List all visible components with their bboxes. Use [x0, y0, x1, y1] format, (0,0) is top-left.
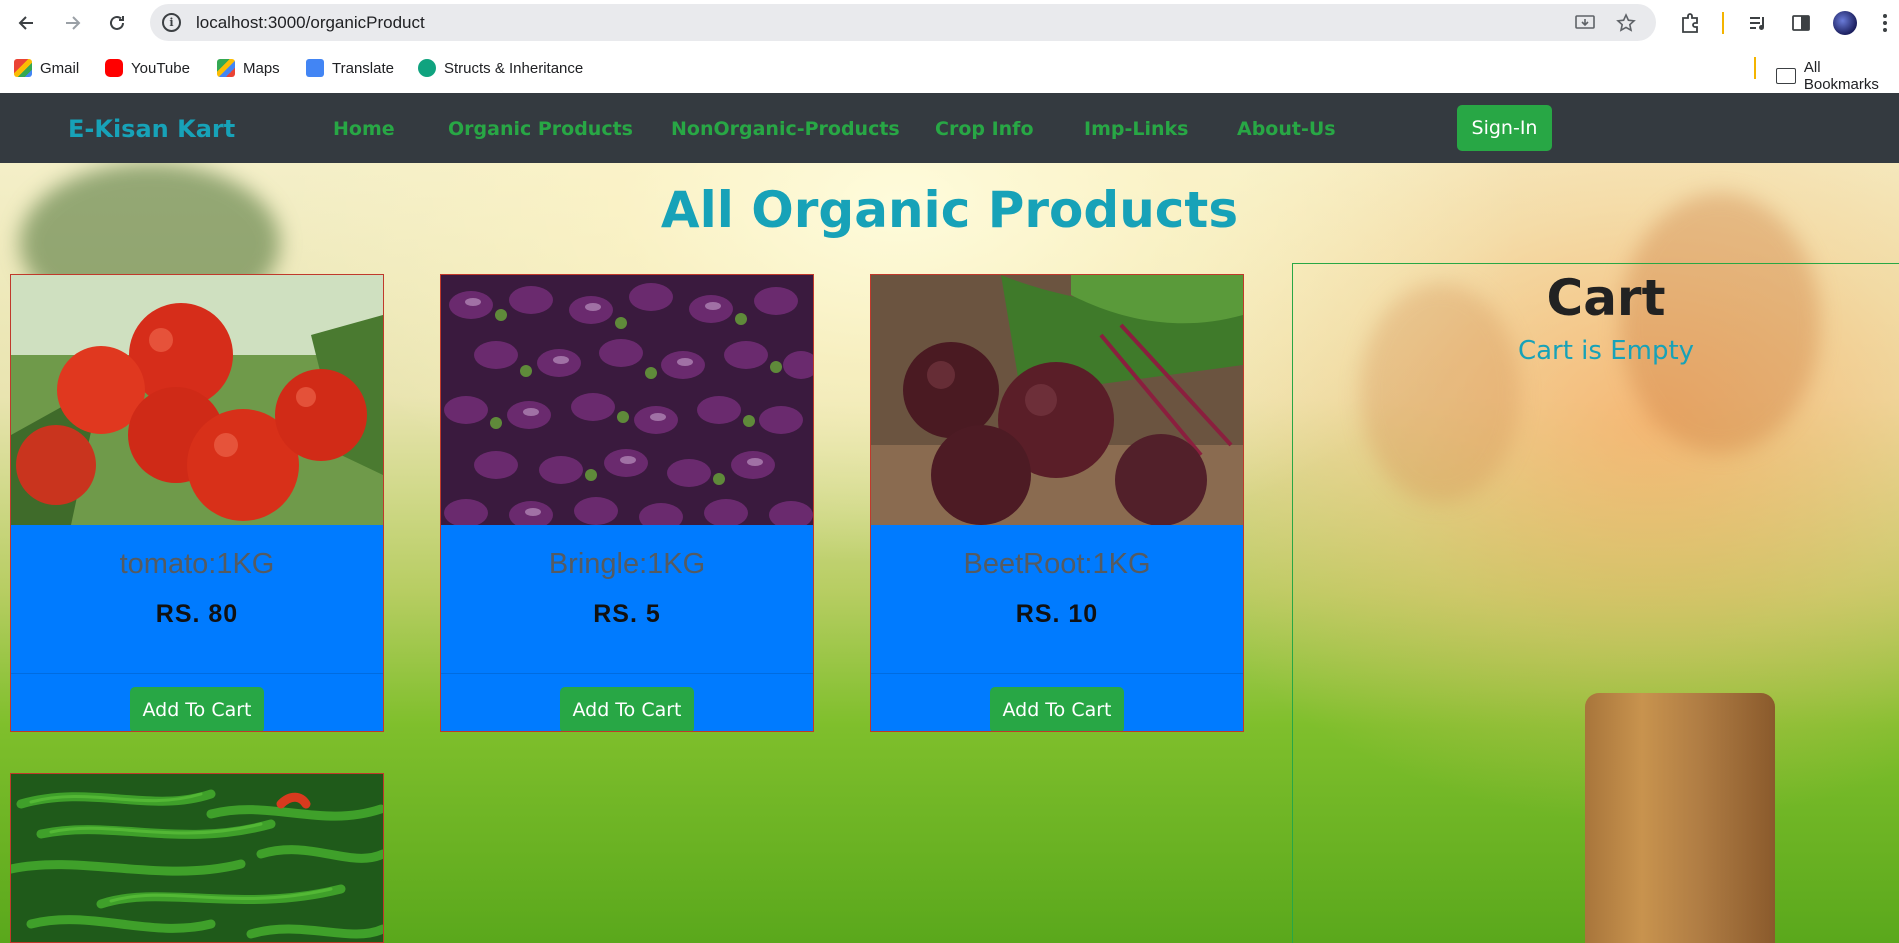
chatgpt-icon — [418, 59, 436, 77]
profile-avatar-icon[interactable] — [1832, 10, 1858, 36]
all-bookmarks-label: All Bookmarks — [1803, 59, 1879, 93]
cart-empty-message: Cart is Empty — [1517, 336, 1695, 366]
bookmark-label: Translate — [332, 59, 394, 77]
nav-crop-info[interactable]: Crop Info — [935, 118, 1034, 140]
card-divider — [11, 673, 383, 674]
bookmark-label: Structs & Inheritance — [444, 59, 584, 77]
browser-toolbar: i localhost:3000/organicProduct — [0, 0, 1899, 45]
brinjal-image — [441, 275, 813, 525]
sign-in-button[interactable]: Sign-In — [1457, 105, 1552, 151]
card-divider — [871, 673, 1243, 674]
product-name: BeetRoot:1KG — [963, 548, 1151, 580]
nav-about-us[interactable]: About-Us — [1237, 118, 1336, 140]
card-divider — [441, 673, 813, 674]
product-card: tomato:1KG RS. 80 Add To Cart — [10, 274, 384, 732]
nav-imp-links[interactable]: Imp-Links — [1084, 118, 1188, 140]
bookmark-translate[interactable]: Translate — [306, 59, 394, 77]
forward-icon[interactable] — [57, 8, 87, 38]
product-card: BeetRoot:1KG RS. 10 Add To Cart — [870, 274, 1244, 732]
cart-panel: Cart Cart is Empty — [1292, 263, 1899, 943]
all-bookmarks-folder[interactable]: All Bookmarks — [1776, 59, 1899, 93]
address-bar[interactable]: i localhost:3000/organicProduct — [150, 4, 1656, 41]
back-icon[interactable] — [12, 8, 42, 38]
media-controls-icon[interactable] — [1745, 10, 1771, 36]
youtube-icon — [105, 59, 123, 77]
product-name: tomato:1KG — [119, 548, 275, 580]
product-price: RS. 80 — [155, 600, 239, 628]
nav-nonorganic-products[interactable]: NonOrganic-Products — [671, 118, 900, 140]
product-card: Bringle:1KG RS. 5 Add To Cart — [440, 274, 814, 732]
url-text: localhost:3000/organicProduct — [196, 13, 425, 32]
folder-icon — [1776, 68, 1796, 84]
bookmark-star-icon[interactable] — [1615, 12, 1637, 34]
bookmark-gmail[interactable]: Gmail — [14, 59, 79, 77]
product-price: RS. 10 — [1015, 600, 1099, 628]
site-navbar: E-Kisan Kart Home Organic Products NonOr… — [0, 93, 1899, 163]
bookmarks-bar: Gmail YouTube Maps Translate Structs & I… — [0, 45, 1899, 93]
bookmark-label: YouTube — [131, 59, 190, 77]
add-to-cart-button[interactable]: Add To Cart — [990, 687, 1124, 731]
bookmark-maps[interactable]: Maps — [217, 59, 280, 77]
bookmark-structs[interactable]: Structs & Inheritance — [418, 59, 583, 77]
brand-logo[interactable]: E-Kisan Kart — [68, 115, 235, 143]
kebab-menu-icon[interactable] — [1872, 10, 1898, 36]
install-app-icon[interactable] — [1574, 12, 1596, 34]
side-panel-icon[interactable] — [1788, 10, 1814, 36]
product-price: RS. 5 — [593, 600, 661, 628]
page-title: All Organic Products — [660, 181, 1239, 239]
beetroot-image — [871, 275, 1243, 525]
bookmark-youtube[interactable]: YouTube — [105, 59, 190, 77]
translate-icon — [306, 59, 324, 77]
bookmark-label: Maps — [243, 59, 280, 77]
add-to-cart-button[interactable]: Add To Cart — [130, 687, 264, 731]
bookmarks-separator — [1754, 57, 1756, 79]
tomato-image — [11, 275, 383, 525]
product-card-partial — [10, 773, 384, 943]
extensions-icon[interactable] — [1677, 10, 1703, 36]
nav-home[interactable]: Home — [333, 118, 395, 140]
cart-title: Cart — [1546, 269, 1666, 327]
product-name: Bringle:1KG — [548, 548, 706, 580]
page-background: All Organic Products tomato:1KG RS. 80 A… — [0, 163, 1899, 943]
site-info-icon[interactable]: i — [162, 13, 181, 32]
nav-organic-products[interactable]: Organic Products — [448, 118, 633, 140]
green-chilli-image — [11, 774, 383, 942]
reload-icon[interactable] — [102, 8, 132, 38]
bookmark-label: Gmail — [40, 59, 80, 77]
add-to-cart-button[interactable]: Add To Cart — [560, 687, 694, 731]
toolbar-separator — [1722, 12, 1724, 34]
maps-icon — [217, 59, 235, 77]
gmail-icon — [14, 59, 32, 77]
